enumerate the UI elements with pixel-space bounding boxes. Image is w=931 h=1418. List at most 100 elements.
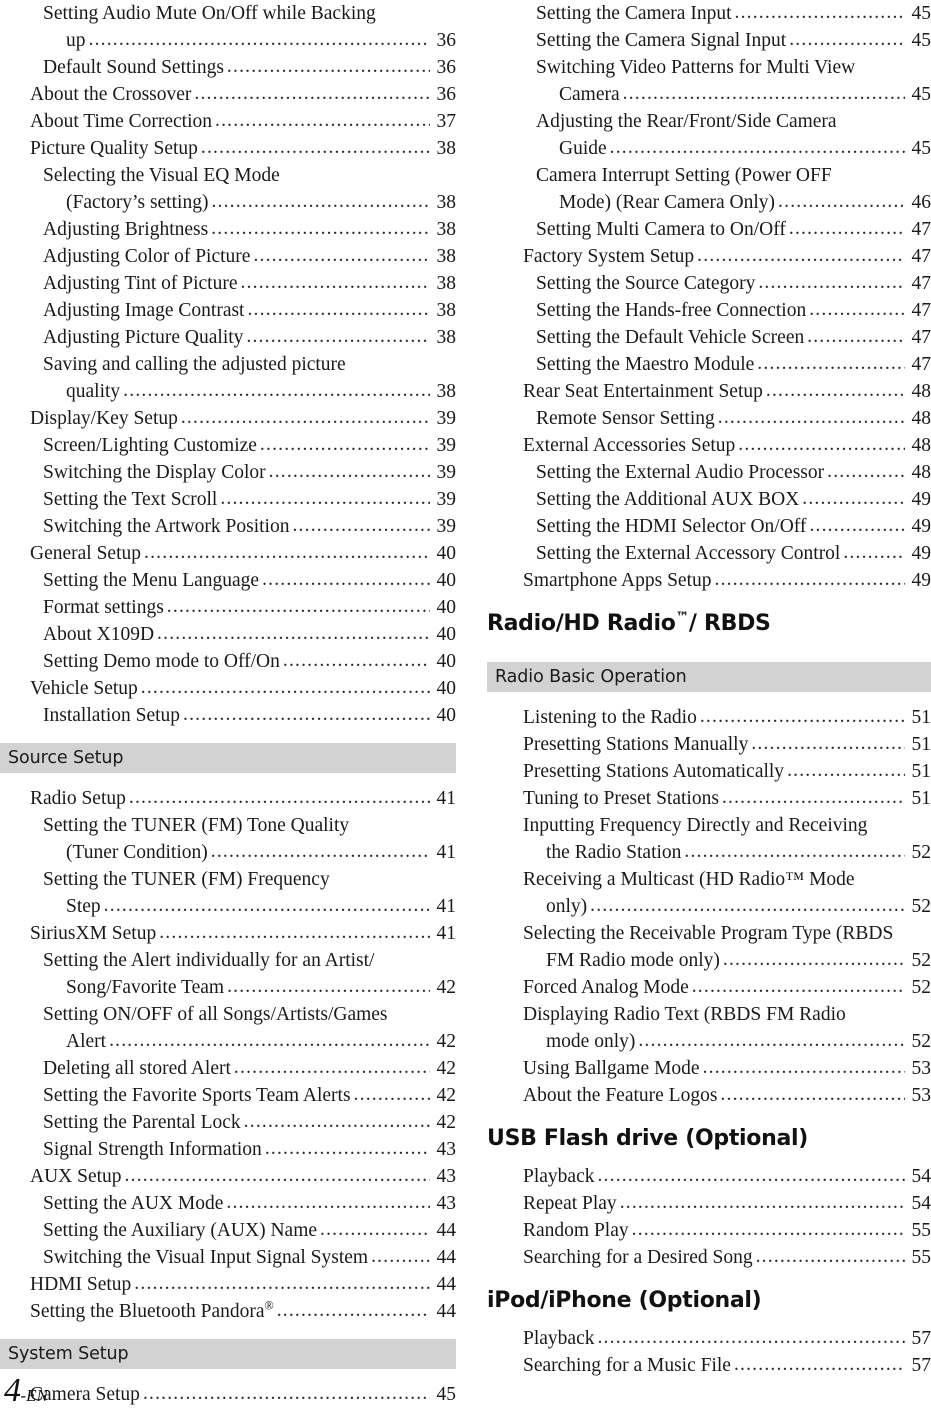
toc-page-number: 43 bbox=[436, 1139, 457, 1160]
toc-entry[interactable]: Setting the Parental Lock...............… bbox=[0, 1109, 456, 1136]
toc-entry[interactable]: Adjusting Image Contrast................… bbox=[0, 297, 456, 324]
toc-entry[interactable]: Tuning to Preset Stations...............… bbox=[487, 785, 931, 812]
toc-entry[interactable]: Setting the Camera Input................… bbox=[487, 0, 931, 27]
toc-entry[interactable]: External Accessories Setup..............… bbox=[487, 432, 931, 459]
toc-entry[interactable]: Setting the Text Scroll.................… bbox=[0, 486, 456, 513]
toc-entry[interactable]: Picture Quality Setup...................… bbox=[0, 135, 456, 162]
toc-entry[interactable]: Setting the External Audio Processor....… bbox=[487, 459, 931, 486]
toc-entry-text: Adjusting Image Contrast bbox=[43, 300, 245, 321]
toc-entry[interactable]: Installation Setup......................… bbox=[0, 702, 456, 729]
toc-entry[interactable]: Random Play.............................… bbox=[487, 1217, 931, 1244]
toc-entry[interactable]: Adjusting Brightness....................… bbox=[0, 216, 456, 243]
toc-entry[interactable]: Setting the Menu Language...............… bbox=[0, 567, 456, 594]
toc-entry[interactable]: up......................................… bbox=[0, 27, 456, 54]
toc-entry[interactable]: Setting the AUX Mode....................… bbox=[0, 1190, 456, 1217]
toc-entry[interactable]: Setting Demo mode to Off/On.............… bbox=[0, 648, 456, 675]
toc-entry[interactable]: About X109D.............................… bbox=[0, 621, 456, 648]
toc-entry[interactable]: Forced Analog Mode......................… bbox=[487, 974, 931, 1001]
toc-entry[interactable]: Setting Multi Camera to On/Off..........… bbox=[487, 216, 931, 243]
toc-entry[interactable]: (Factory’s setting).....................… bbox=[0, 189, 456, 216]
toc-entry[interactable]: Switching the Artwork Position..........… bbox=[0, 513, 456, 540]
leader-dots: ........................................… bbox=[123, 380, 430, 401]
toc-entry-text: Deleting all stored Alert bbox=[43, 1058, 231, 1079]
toc-entry[interactable]: Switching the Display Color.............… bbox=[0, 459, 456, 486]
toc-entry-text: Adjusting Picture Quality bbox=[43, 327, 244, 348]
toc-entry-text: Forced Analog Mode bbox=[523, 977, 689, 998]
toc-entry[interactable]: AUX Setup...............................… bbox=[0, 1163, 456, 1190]
toc-entry[interactable]: Camera Setup............................… bbox=[0, 1381, 456, 1408]
toc-entry[interactable]: Format settings.........................… bbox=[0, 594, 456, 621]
toc-entry[interactable]: Step....................................… bbox=[0, 893, 456, 920]
toc-entry-text: Setting the Favorite Sports Team Alerts bbox=[43, 1085, 351, 1106]
toc-entry[interactable]: Setting the HDMI Selector On/Off........… bbox=[487, 513, 931, 540]
toc-entry[interactable]: Setting the Maestro Module..............… bbox=[487, 351, 931, 378]
toc-entry[interactable]: Vehicle Setup...........................… bbox=[0, 675, 456, 702]
toc-entry[interactable]: Presetting Stations Manually............… bbox=[487, 731, 931, 758]
toc-entry[interactable]: Default Sound Settings..................… bbox=[0, 54, 456, 81]
toc-entry[interactable]: Setting the Auxiliary (AUX) Name........… bbox=[0, 1217, 456, 1244]
toc-entry[interactable]: SiriusXM Setup..........................… bbox=[0, 920, 456, 947]
toc-entry-text: Screen/Lighting Customize bbox=[43, 435, 257, 456]
toc-entry[interactable]: FM Radio mode only).....................… bbox=[487, 947, 931, 974]
toc-entry[interactable]: Setting the External Accessory Control..… bbox=[487, 540, 931, 567]
toc-entry[interactable]: Presetting Stations Automatically.......… bbox=[487, 758, 931, 785]
toc-entry-text: Saving and calling the adjusted picture bbox=[43, 354, 346, 375]
toc-entry[interactable]: Setting the Favorite Sports Team Alerts.… bbox=[0, 1082, 456, 1109]
toc-entry[interactable]: the Radio Station.......................… bbox=[487, 839, 931, 866]
toc-entry[interactable]: Repeat Play.............................… bbox=[487, 1190, 931, 1217]
toc-entry-text: only) bbox=[546, 896, 588, 917]
toc-entry[interactable]: Song/Favorite Team......................… bbox=[0, 974, 456, 1001]
toc-entry[interactable]: Playback................................… bbox=[487, 1163, 931, 1190]
toc-entry[interactable]: (Tuner Condition).......................… bbox=[0, 839, 456, 866]
toc-entry[interactable]: Remote Sensor Setting...................… bbox=[487, 405, 931, 432]
toc-entry[interactable]: Smartphone Apps Setup...................… bbox=[487, 567, 931, 594]
toc-entry[interactable]: Setting the Source Category.............… bbox=[487, 270, 931, 297]
toc-entry[interactable]: General Setup...........................… bbox=[0, 540, 456, 567]
toc-entry[interactable]: Screen/Lighting Customize...............… bbox=[0, 432, 456, 459]
toc-entry[interactable]: Setting the Hands-free Connection.......… bbox=[487, 297, 931, 324]
toc-entry-text: About Time Correction bbox=[30, 111, 213, 132]
toc-entry[interactable]: Switching the Visual Input Signal System… bbox=[0, 1244, 456, 1271]
toc-entry-text: Factory System Setup bbox=[523, 246, 695, 267]
toc-entry[interactable]: Alert...................................… bbox=[0, 1028, 456, 1055]
chapter-heading: USB Flash drive (Optional) bbox=[487, 1126, 809, 1151]
toc-entry[interactable]: Playback................................… bbox=[487, 1325, 931, 1352]
toc-entry[interactable]: Camera..................................… bbox=[487, 81, 931, 108]
toc-entry[interactable]: Listening to the Radio..................… bbox=[487, 704, 931, 731]
toc-entry[interactable]: Radio Setup.............................… bbox=[0, 785, 456, 812]
toc-entry[interactable]: Factory System Setup....................… bbox=[487, 243, 931, 270]
toc-entry-text: Switching Video Patterns for Multi View bbox=[536, 57, 856, 78]
toc-entry-line: Saving and calling the adjusted picture bbox=[0, 351, 456, 378]
toc-entry[interactable]: About Time Correction...................… bbox=[0, 108, 456, 135]
toc-entry[interactable]: Setting the Default Vehicle Screen......… bbox=[487, 324, 931, 351]
toc-entry[interactable]: HDMI Setup..............................… bbox=[0, 1271, 456, 1298]
toc-entry[interactable]: mode only)..............................… bbox=[487, 1028, 931, 1055]
toc-entry[interactable]: Using Ballgame Mode.....................… bbox=[487, 1055, 931, 1082]
toc-entry[interactable]: Guide...................................… bbox=[487, 135, 931, 162]
toc-entry[interactable]: Setting the Camera Signal Input.........… bbox=[487, 27, 931, 54]
toc-entry[interactable]: About the Crossover.....................… bbox=[0, 81, 456, 108]
toc-entry[interactable]: Mode) (Rear Camera Only)................… bbox=[487, 189, 931, 216]
toc-entry[interactable]: Setting the Additional AUX BOX..........… bbox=[487, 486, 931, 513]
toc-entry[interactable]: Display/Key Setup.......................… bbox=[0, 405, 456, 432]
toc-entry[interactable]: Searching for a Music File..............… bbox=[487, 1352, 931, 1379]
toc-entry[interactable]: Rear Seat Entertainment Setup...........… bbox=[487, 378, 931, 405]
toc-entry[interactable]: About the Feature Logos.................… bbox=[487, 1082, 931, 1109]
toc-entry[interactable]: Signal Strength Information.............… bbox=[0, 1136, 456, 1163]
toc-entry[interactable]: Adjusting Color of Picture..............… bbox=[0, 243, 456, 270]
toc-entry-text: About X109D bbox=[43, 624, 155, 645]
toc-entry-text: Installation Setup bbox=[43, 705, 181, 726]
toc-entry[interactable]: Searching for a Desired Song............… bbox=[487, 1244, 931, 1271]
toc-page-number: 40 bbox=[436, 651, 457, 672]
toc-entry[interactable]: quality.................................… bbox=[0, 378, 456, 405]
toc-entry[interactable]: Adjusting Tint of Picture...............… bbox=[0, 270, 456, 297]
leader-dots: ........................................… bbox=[609, 137, 905, 158]
toc-page-number: 36 bbox=[436, 30, 457, 51]
toc-entry[interactable]: only)...................................… bbox=[487, 893, 931, 920]
toc-entry[interactable]: Deleting all stored Alert...............… bbox=[0, 1055, 456, 1082]
toc-entry[interactable]: Setting the Bluetooth Pandora®..........… bbox=[0, 1298, 456, 1325]
toc-page-number: 41 bbox=[436, 896, 457, 917]
toc-entry[interactable]: Adjusting Picture Quality...............… bbox=[0, 324, 456, 351]
